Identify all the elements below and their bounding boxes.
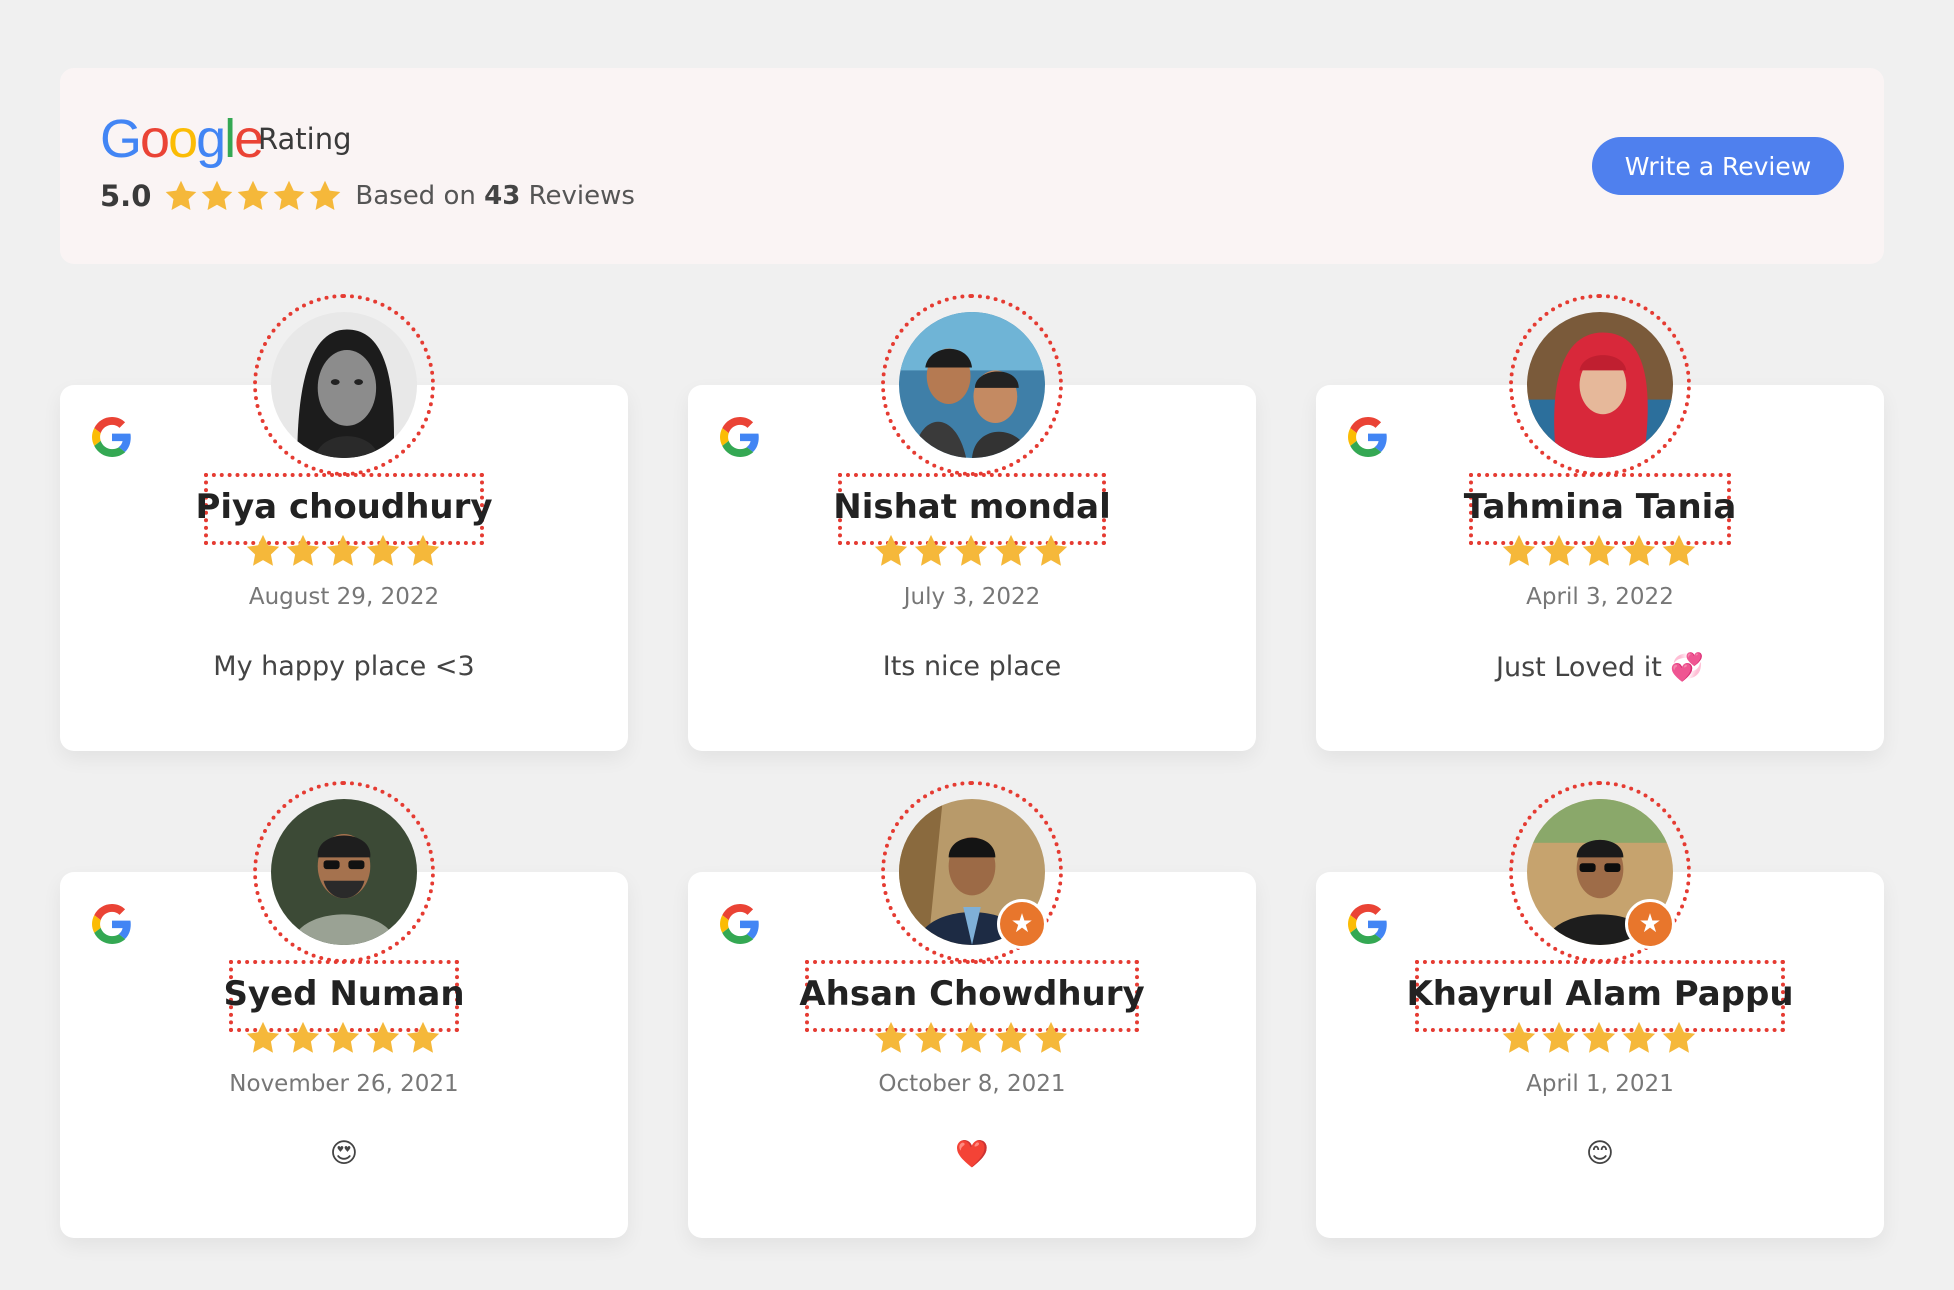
star-icon — [166, 180, 197, 210]
avatar-photo — [899, 312, 1045, 458]
star-icon — [874, 1021, 908, 1053]
star-icon — [1542, 1021, 1576, 1053]
average-score: 5.0 — [100, 179, 152, 213]
star-icon — [1502, 1021, 1536, 1053]
review-date: November 26, 2021 — [229, 1071, 459, 1097]
star-icon — [1542, 534, 1576, 566]
local-guide-badge-icon — [997, 899, 1047, 949]
star-icon — [246, 534, 280, 566]
star-icon — [914, 1021, 948, 1053]
review-stars — [1500, 1019, 1700, 1057]
star-icon — [1582, 1021, 1616, 1053]
star-icon — [406, 1021, 440, 1053]
star-icon — [1582, 534, 1616, 566]
star-icon — [202, 180, 233, 210]
review-text: My happy place <3 — [213, 651, 475, 682]
star-icon — [1662, 534, 1696, 566]
avatar — [881, 294, 1063, 476]
review-stars — [872, 532, 1072, 570]
review-text: 😍 — [329, 1138, 359, 1169]
google-g-icon — [720, 417, 760, 457]
google-g-icon — [720, 904, 760, 944]
star-icon — [238, 180, 269, 210]
star-icon — [1662, 1021, 1696, 1053]
avatar-photo — [1527, 312, 1673, 458]
star-icon — [366, 1021, 400, 1053]
avatar — [253, 781, 435, 963]
star-icon — [874, 534, 908, 566]
review-stars — [872, 1019, 1072, 1057]
google-logo: Google — [100, 109, 264, 169]
star-icon — [274, 180, 305, 210]
avatar — [1509, 781, 1691, 963]
google-g-icon — [92, 904, 132, 944]
star-icon — [1502, 534, 1536, 566]
header-stars — [163, 178, 343, 214]
local-guide-badge-icon — [1625, 899, 1675, 949]
star-icon — [246, 1021, 280, 1053]
star-icon — [994, 534, 1028, 566]
review-text: Just Loved it 💞 — [1496, 652, 1704, 683]
star-icon — [326, 1021, 360, 1053]
avatar-photo — [271, 799, 417, 945]
avatar — [253, 294, 435, 476]
star-icon — [954, 1021, 988, 1053]
star-icon — [1034, 534, 1068, 566]
star-icon — [1622, 534, 1656, 566]
score-row: 5.0 Based on 43 Reviews — [100, 176, 635, 216]
google-g-icon — [1348, 417, 1388, 457]
review-stars — [244, 1019, 444, 1057]
google-g-icon — [92, 417, 132, 457]
star-icon — [1034, 1021, 1068, 1053]
star-icon — [366, 534, 400, 566]
star-icon — [994, 1021, 1028, 1053]
star-icon — [1622, 1021, 1656, 1053]
review-stars — [244, 532, 444, 570]
star-icon — [310, 180, 341, 210]
star-icon — [286, 1021, 320, 1053]
avatar — [1509, 294, 1691, 476]
review-date: August 29, 2022 — [248, 584, 440, 610]
rating-header: Google Rating 5.0 Based on 43 Reviews Wr… — [60, 68, 1884, 264]
star-icon — [326, 534, 360, 566]
review-stars — [1500, 532, 1700, 570]
review-text: ❤️ — [955, 1139, 989, 1170]
star-icon — [286, 534, 320, 566]
review-count: 43 — [484, 181, 521, 211]
review-date: July 3, 2022 — [903, 584, 1041, 610]
review-text: 😊 — [1585, 1138, 1615, 1169]
review-date: April 1, 2021 — [1526, 1071, 1674, 1097]
star-icon — [954, 534, 988, 566]
review-date: October 8, 2021 — [878, 1071, 1066, 1097]
write-review-button[interactable]: Write a Review — [1592, 137, 1844, 195]
based-on-text: Based on 43 Reviews — [355, 181, 635, 211]
star-icon — [914, 534, 948, 566]
avatar-photo — [271, 312, 417, 458]
review-date: April 3, 2022 — [1526, 584, 1674, 610]
rating-label: Rating — [258, 122, 352, 156]
star-icon — [406, 534, 440, 566]
review-text: Its nice place — [882, 651, 1062, 682]
avatar — [881, 781, 1063, 963]
google-g-icon — [1348, 904, 1388, 944]
